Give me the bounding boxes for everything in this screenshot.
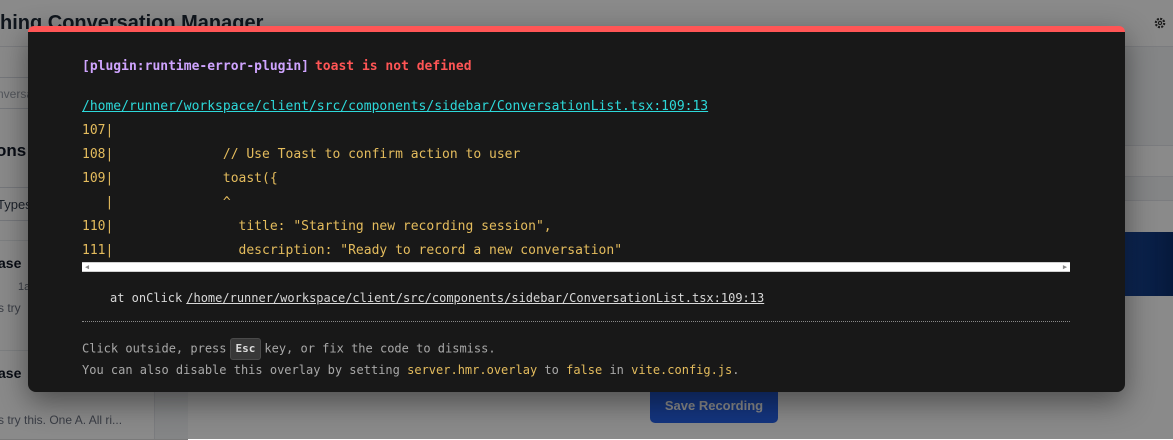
error-text: toast is not defined: [314, 59, 472, 74]
code-line: 109| toast({: [82, 171, 278, 186]
config-file-name: vite.config.js: [631, 363, 733, 377]
stack-prefix: at onClick: [110, 291, 183, 305]
scroll-left-icon[interactable]: ◀: [82, 263, 92, 271]
disable-tip: You can also disable this overlay by set…: [82, 362, 740, 378]
tip-text: in: [609, 363, 624, 377]
code-line: 107|: [82, 123, 114, 138]
tip-text: key, or fix the code to dismiss.: [264, 341, 496, 356]
plugin-tag: [plugin:runtime-error-plugin]: [82, 59, 309, 74]
setting-name: server.hmr.overlay: [407, 363, 538, 377]
tip-text: You can also disable this overlay by set…: [82, 363, 400, 377]
tip-text: .: [732, 363, 740, 377]
error-overlay: [plugin:runtime-error-plugin] toast is no…: [28, 26, 1125, 392]
horizontal-scrollbar[interactable]: ◀ ▶: [82, 262, 1070, 272]
setting-value: false: [566, 363, 603, 377]
scroll-right-icon[interactable]: ▶: [1060, 263, 1070, 271]
dismiss-tip: Click outside, press Esc key, or fix the c…: [82, 338, 496, 360]
error-file-link[interactable]: /home/runner/workspace/client/src/compon…: [82, 99, 708, 114]
code-line: | ^: [82, 195, 231, 210]
code-frame: 107| 108| // Use Toast to confirm action…: [82, 119, 1070, 263]
error-message: [plugin:runtime-error-plugin] toast is no…: [82, 59, 472, 74]
code-line: 111| description: "Ready to record a new…: [82, 243, 623, 258]
code-line: 110| title: "Starting new recording sess…: [82, 219, 552, 234]
tip-text: Click outside, press: [82, 341, 227, 356]
divider: [82, 321, 1070, 322]
code-line: 108| // Use Toast to confirm action to u…: [82, 147, 521, 162]
esc-key: Esc: [229, 338, 262, 360]
tip-text: to: [544, 363, 559, 377]
stack-trace: at onClick/home/runner/workspace/client/…: [110, 291, 764, 305]
stack-location-link[interactable]: /home/runner/workspace/client/src/compon…: [186, 291, 764, 305]
